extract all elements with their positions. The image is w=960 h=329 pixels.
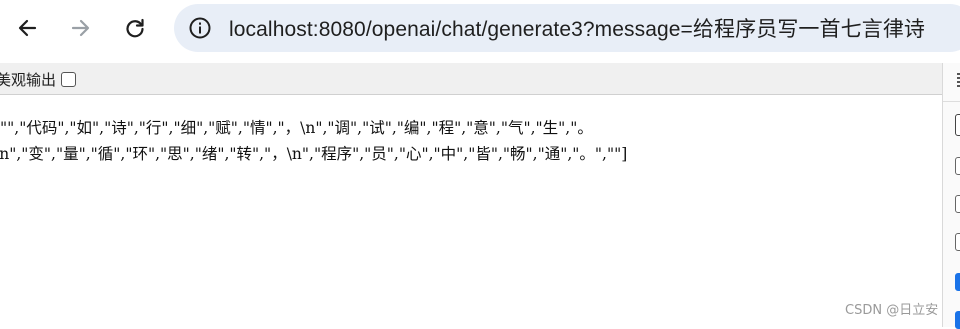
panel-checkbox[interactable] bbox=[955, 114, 960, 136]
panel-checkbox[interactable] bbox=[955, 157, 960, 175]
forward-button[interactable] bbox=[61, 8, 101, 48]
pretty-print-checkbox[interactable] bbox=[61, 71, 77, 87]
divider bbox=[943, 101, 960, 102]
arrow-right-icon bbox=[71, 19, 90, 37]
back-button[interactable] bbox=[7, 8, 47, 48]
pretty-print-bar: 美观输出 bbox=[0, 63, 960, 95]
json-line: ["","代码","如","诗","行","细","赋","情","，\n","… bbox=[0, 119, 593, 137]
json-line: \n","变","量","循","环","思","绪","转","，\n","程… bbox=[0, 145, 628, 163]
address-bar[interactable]: localhost:8080/openai/chat/generate3?mes… bbox=[174, 4, 960, 52]
json-output: ["","代码","如","诗","行","细","赋","情","，\n","… bbox=[0, 115, 627, 167]
pretty-print-label: 美观输出 bbox=[0, 70, 57, 89]
watermark: CSDN @日立安 bbox=[845, 303, 939, 318]
pretty-print-toggle[interactable]: 美观输出 bbox=[0, 68, 77, 90]
side-panel bbox=[942, 63, 960, 329]
panel-checkbox-checked[interactable] bbox=[955, 273, 960, 291]
reload-button[interactable] bbox=[115, 8, 155, 48]
reload-icon bbox=[126, 18, 144, 38]
panel-checkbox[interactable] bbox=[955, 195, 960, 213]
panel-checkbox-checked[interactable] bbox=[955, 311, 960, 329]
arrow-left-icon bbox=[18, 19, 37, 37]
panel-checkbox[interactable] bbox=[955, 233, 960, 251]
url-text[interactable]: localhost:8080/openai/chat/generate3?mes… bbox=[229, 13, 925, 43]
info-icon bbox=[189, 17, 211, 39]
browser-toolbar: localhost:8080/openai/chat/generate3?mes… bbox=[0, 0, 960, 58]
site-info-button[interactable] bbox=[183, 11, 217, 45]
